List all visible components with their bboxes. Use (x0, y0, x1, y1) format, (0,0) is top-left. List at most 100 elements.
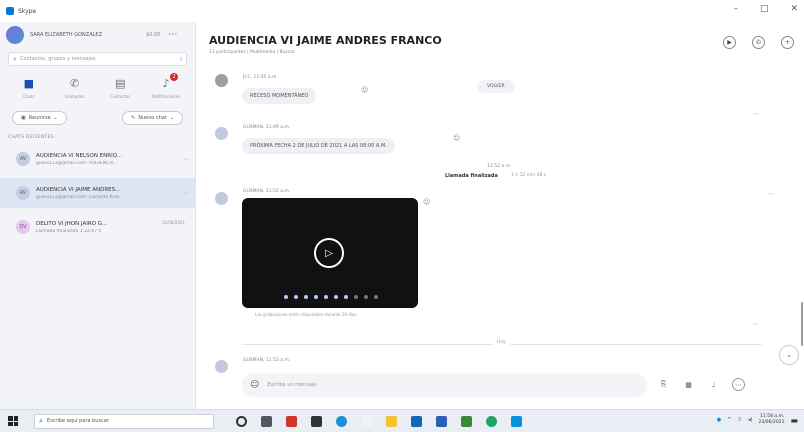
attach-file-icon[interactable]: ⎘ (657, 378, 670, 391)
chat-more-icon[interactable]: ⋯ (183, 190, 189, 197)
system-time: 11:52 a.m. (487, 164, 512, 169)
message-composer[interactable]: ☺ Escribe un mensaje (242, 373, 647, 397)
chrome-icon[interactable] (486, 415, 497, 427)
filter-row: ▣ Reunirse ⌄ ✎ Nuevo chat ⌄ (0, 111, 195, 125)
message-meta: GUSMAN, 11:53 a.m. (243, 358, 291, 363)
video-call-button[interactable]: ▶ (723, 36, 736, 49)
section-label: CHATS RECIENTES (8, 135, 54, 140)
avatar[interactable] (6, 26, 24, 44)
conversation-title[interactable]: AUDIENCIA VI JAIME ANDRES FRANCO (209, 34, 804, 47)
chat-list-item[interactable]: DV DELITO VI JHON JAIRO G... Llamada fin… (0, 212, 195, 242)
video-progress-dots (284, 295, 378, 299)
taskbar: ⌕ Escribe aquí para buscar ● ^ ⌔ ◂) 11:5… (0, 409, 804, 432)
reaction-icon[interactable]: ☺ (453, 134, 460, 142)
nav-notifications[interactable]: ♪ 2 Notificaciones (146, 73, 186, 99)
chevron-up-icon[interactable]: ^ (727, 417, 731, 423)
cortana-icon[interactable] (236, 415, 247, 427)
profile-credit: $0,00 (146, 32, 161, 38)
message-more-icon[interactable]: ⋯ (752, 320, 759, 328)
skype-logo-icon (6, 7, 14, 15)
minimize-button[interactable]: – (733, 4, 738, 14)
message-meta: GUSMAN, 11:52 a.m. (243, 189, 291, 194)
header-actions: ▶ ✆ + (723, 36, 794, 49)
nav-chats[interactable]: ■ Chats (9, 76, 49, 100)
new-chat-button[interactable]: ✎ Nuevo chat ⌄ (122, 111, 183, 125)
nav-calls[interactable]: ✆ Llamadas (55, 76, 95, 100)
office-icon[interactable] (286, 415, 297, 427)
sender-avatar[interactable] (215, 74, 228, 87)
nav-contacts[interactable]: ▤ Contactos (100, 76, 140, 100)
nav-calls-label: Llamadas (65, 94, 85, 99)
close-button[interactable]: ✕ (790, 4, 798, 14)
contact-card-icon[interactable]: ▦ (682, 378, 695, 391)
store-icon[interactable] (311, 415, 322, 427)
video-caption: Las grabaciones están disponibles durant… (255, 312, 357, 317)
search-icon: ⌕ (13, 54, 17, 63)
dialpad-icon[interactable]: ⁞ (180, 56, 182, 63)
more-options-button[interactable]: ⋯ (168, 30, 178, 40)
file-explorer-icon[interactable] (386, 415, 397, 427)
sender-avatar[interactable] (215, 127, 228, 140)
message-bubble[interactable]: PRÓXIMA FECHA 2 DE JULIO DE 2021 A LAS 0… (242, 138, 395, 154)
message-more-icon[interactable]: ⋯ (767, 190, 774, 198)
windows-start-icon[interactable] (8, 416, 18, 426)
network-icon[interactable]: ⌔ (737, 417, 742, 423)
sender-avatar[interactable] (215, 360, 228, 373)
taskbar-apps (236, 415, 522, 427)
blank-app-icon[interactable] (361, 415, 372, 427)
message-bubble[interactable]: RECESO MOMENTÁNEO (242, 88, 317, 104)
composer-actions: ⎘ ▦ ♩ ⋯ (657, 378, 745, 391)
video-recording[interactable]: ▷ (242, 198, 418, 308)
chat-more-icon[interactable]: ⋯ (183, 156, 189, 163)
call-ended-label: Llamada finalizada (445, 173, 498, 179)
chat-list-item[interactable]: AV AUDIENCIA VI NELSON ENRIQ... guess123… (0, 144, 195, 174)
taskbar-search-input[interactable]: ⌕ Escribe aquí para buscar (34, 413, 214, 429)
volume-icon[interactable]: ◂) (748, 417, 752, 423)
reply-chip[interactable]: VOLVER (477, 80, 515, 93)
profile-name: SARA ELIZABETH GONZÁLEZ (30, 32, 102, 38)
skype-taskbar-icon[interactable] (511, 415, 522, 427)
add-people-button[interactable]: + (781, 36, 794, 49)
sidebar: SARA ELIZABETH GONZÁLEZ $0,00 ⋯ ⌕ Contac… (0, 22, 196, 409)
conversation-subtitle[interactable]: 13 participantes | Multimedia | Buscar (209, 50, 804, 55)
composer-placeholder: Escribe un mensaje (267, 382, 317, 388)
app-name: Skype (18, 7, 37, 15)
sender-avatar[interactable] (215, 192, 228, 205)
message-meta: GUSMAN, 11:49 a.m. (243, 125, 291, 130)
phone-icon: ✆ (70, 76, 80, 90)
audio-call-button[interactable]: ✆ (752, 36, 765, 49)
meet-now-label: Reunirse (28, 115, 51, 121)
notification-center-icon[interactable]: ▬ (790, 416, 798, 425)
message-more-icon[interactable]: ⋯ (752, 110, 759, 118)
more-actions-button[interactable]: ⋯ (732, 378, 745, 391)
edge-icon[interactable] (336, 415, 347, 427)
nav-chats-label: Chats (23, 94, 35, 99)
chat-avatar: AV (16, 186, 30, 200)
microphone-icon[interactable]: ♩ (707, 378, 720, 391)
task-view-icon[interactable] (261, 415, 272, 427)
play-icon[interactable]: ▷ (314, 238, 344, 268)
scrollbar-thumb[interactable] (801, 302, 803, 346)
profile-row[interactable]: SARA ELIZABETH GONZÁLEZ $0,00 ⋯ (0, 22, 195, 48)
system-tray: ● ^ ⌔ ◂) 11:58 a.m. 23/06/2021 ▬ (717, 414, 798, 426)
search-icon: ⌕ (39, 416, 43, 425)
search-input[interactable]: ⌕ Contactos, grupos y mensajes ⁞ (8, 52, 187, 66)
chat-title: AUDIENCIA VI JAIME ANDRES... (36, 186, 121, 193)
outlook-icon[interactable] (411, 415, 422, 427)
reaction-icon[interactable]: ☺ (423, 198, 430, 206)
meet-now-button[interactable]: ▣ Reunirse ⌄ (12, 111, 67, 125)
nav-contacts-label: Contactos (110, 94, 131, 99)
skype-tray-icon[interactable]: ● (717, 417, 721, 423)
conversation-header: AUDIENCIA VI JAIME ANDRES FRANCO 13 part… (197, 22, 804, 64)
contacts-icon: ▤ (115, 76, 126, 90)
emoji-icon[interactable]: ☺ (250, 380, 259, 390)
notification-badge: 2 (170, 73, 179, 81)
search-placeholder: Contactos, grupos y mensajes (19, 56, 96, 62)
scroll-down-button[interactable]: ⌄ (779, 345, 799, 365)
word-icon[interactable] (436, 415, 447, 427)
excel-icon[interactable] (461, 415, 472, 427)
reaction-icon[interactable]: ☺ (361, 86, 368, 94)
chat-list-item-active[interactable]: AV AUDIENCIA VI JAIME ANDRES... guess123… (0, 178, 195, 208)
taskbar-clock[interactable]: 11:58 a.m. 23/06/2021 (759, 414, 785, 426)
maximize-button[interactable]: □ (760, 4, 769, 14)
